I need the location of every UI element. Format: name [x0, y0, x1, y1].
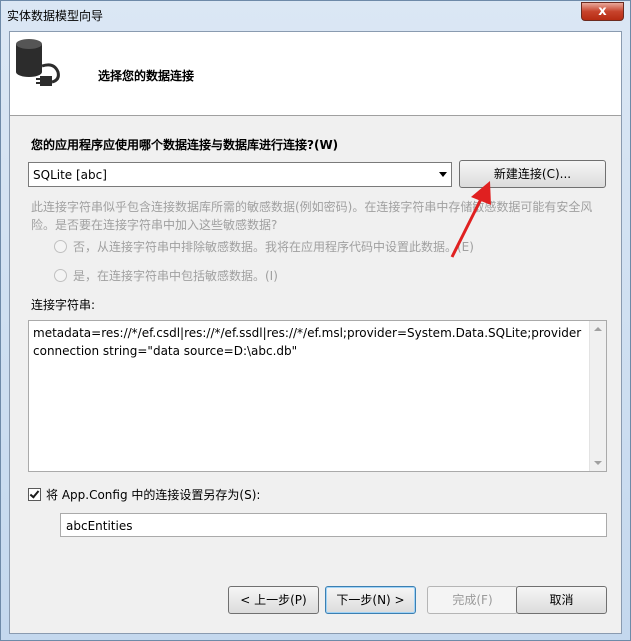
checkmark-icon: [29, 488, 40, 499]
next-button[interactable]: 下一步(N) >: [325, 586, 416, 614]
back-button[interactable]: < 上一步(P): [228, 586, 319, 614]
scroll-up-icon[interactable]: [594, 327, 602, 331]
vertical-scrollbar[interactable]: [589, 321, 606, 471]
new-connection-button[interactable]: 新建连接(C)...: [459, 160, 606, 188]
connection-string-textarea[interactable]: metadata=res://*/ef.csdl|res://*/ef.ssdl…: [28, 320, 607, 472]
finish-button[interactable]: 完成(F): [427, 586, 518, 614]
entity-name-input[interactable]: abcEntities: [60, 513, 607, 537]
close-button[interactable]: x: [581, 2, 624, 21]
radio-icon: [54, 240, 67, 253]
wizard-header: 选择您的数据连接: [10, 32, 621, 116]
window-title: 实体数据模型向导: [7, 9, 104, 23]
radio-icon: [54, 269, 67, 282]
chevron-down-icon: [439, 172, 447, 177]
radio-exclude-label: 否，从连接字符串中排除敏感数据。我将在应用程序代码中设置此数据。(E): [73, 240, 474, 254]
connection-select[interactable]: SQLite [abc]: [28, 162, 452, 187]
save-connection-label: 将 App.Config 中的连接设置另存为(S):: [46, 488, 261, 502]
scroll-down-icon[interactable]: [594, 461, 602, 465]
cancel-button[interactable]: 取消: [516, 586, 607, 614]
radio-exclude-sensitive[interactable]: 否，从连接字符串中排除敏感数据。我将在应用程序代码中设置此数据。(E): [54, 238, 474, 255]
close-icon: x: [598, 4, 607, 19]
connection-select-value: SQLite [abc]: [33, 168, 107, 182]
page-title: 选择您的数据连接: [98, 69, 195, 83]
title-bar[interactable]: 实体数据模型向导 x: [1, 1, 630, 31]
wizard-window: 实体数据模型向导 x 选择您的数据连接 您的应用程序应使用哪个数据连接与数据库进…: [0, 0, 631, 641]
radio-include-sensitive[interactable]: 是，在连接字符串中包括敏感数据。(I): [54, 267, 278, 284]
radio-include-label: 是，在连接字符串中包括敏感数据。(I): [73, 269, 278, 283]
connection-string-label: 连接字符串:: [31, 298, 96, 312]
entity-name-value: abcEntities: [66, 519, 133, 533]
connection-string-value: metadata=res://*/ef.csdl|res://*/ef.ssdl…: [33, 326, 582, 358]
checkbox-icon: [28, 488, 41, 501]
database-plug-icon: [16, 39, 60, 86]
wizard-content: 选择您的数据连接 您的应用程序应使用哪个数据连接与数据库进行连接?(W) SQL…: [9, 31, 622, 634]
connection-question: 您的应用程序应使用哪个数据连接与数据库进行连接?(W): [31, 138, 339, 152]
sensitive-data-note: 此连接字符串似乎包含连接数据库所需的敏感数据(例如密码)。在连接字符串中存储敏感…: [31, 200, 593, 232]
save-connection-checkbox[interactable]: 将 App.Config 中的连接设置另存为(S):: [28, 486, 260, 503]
